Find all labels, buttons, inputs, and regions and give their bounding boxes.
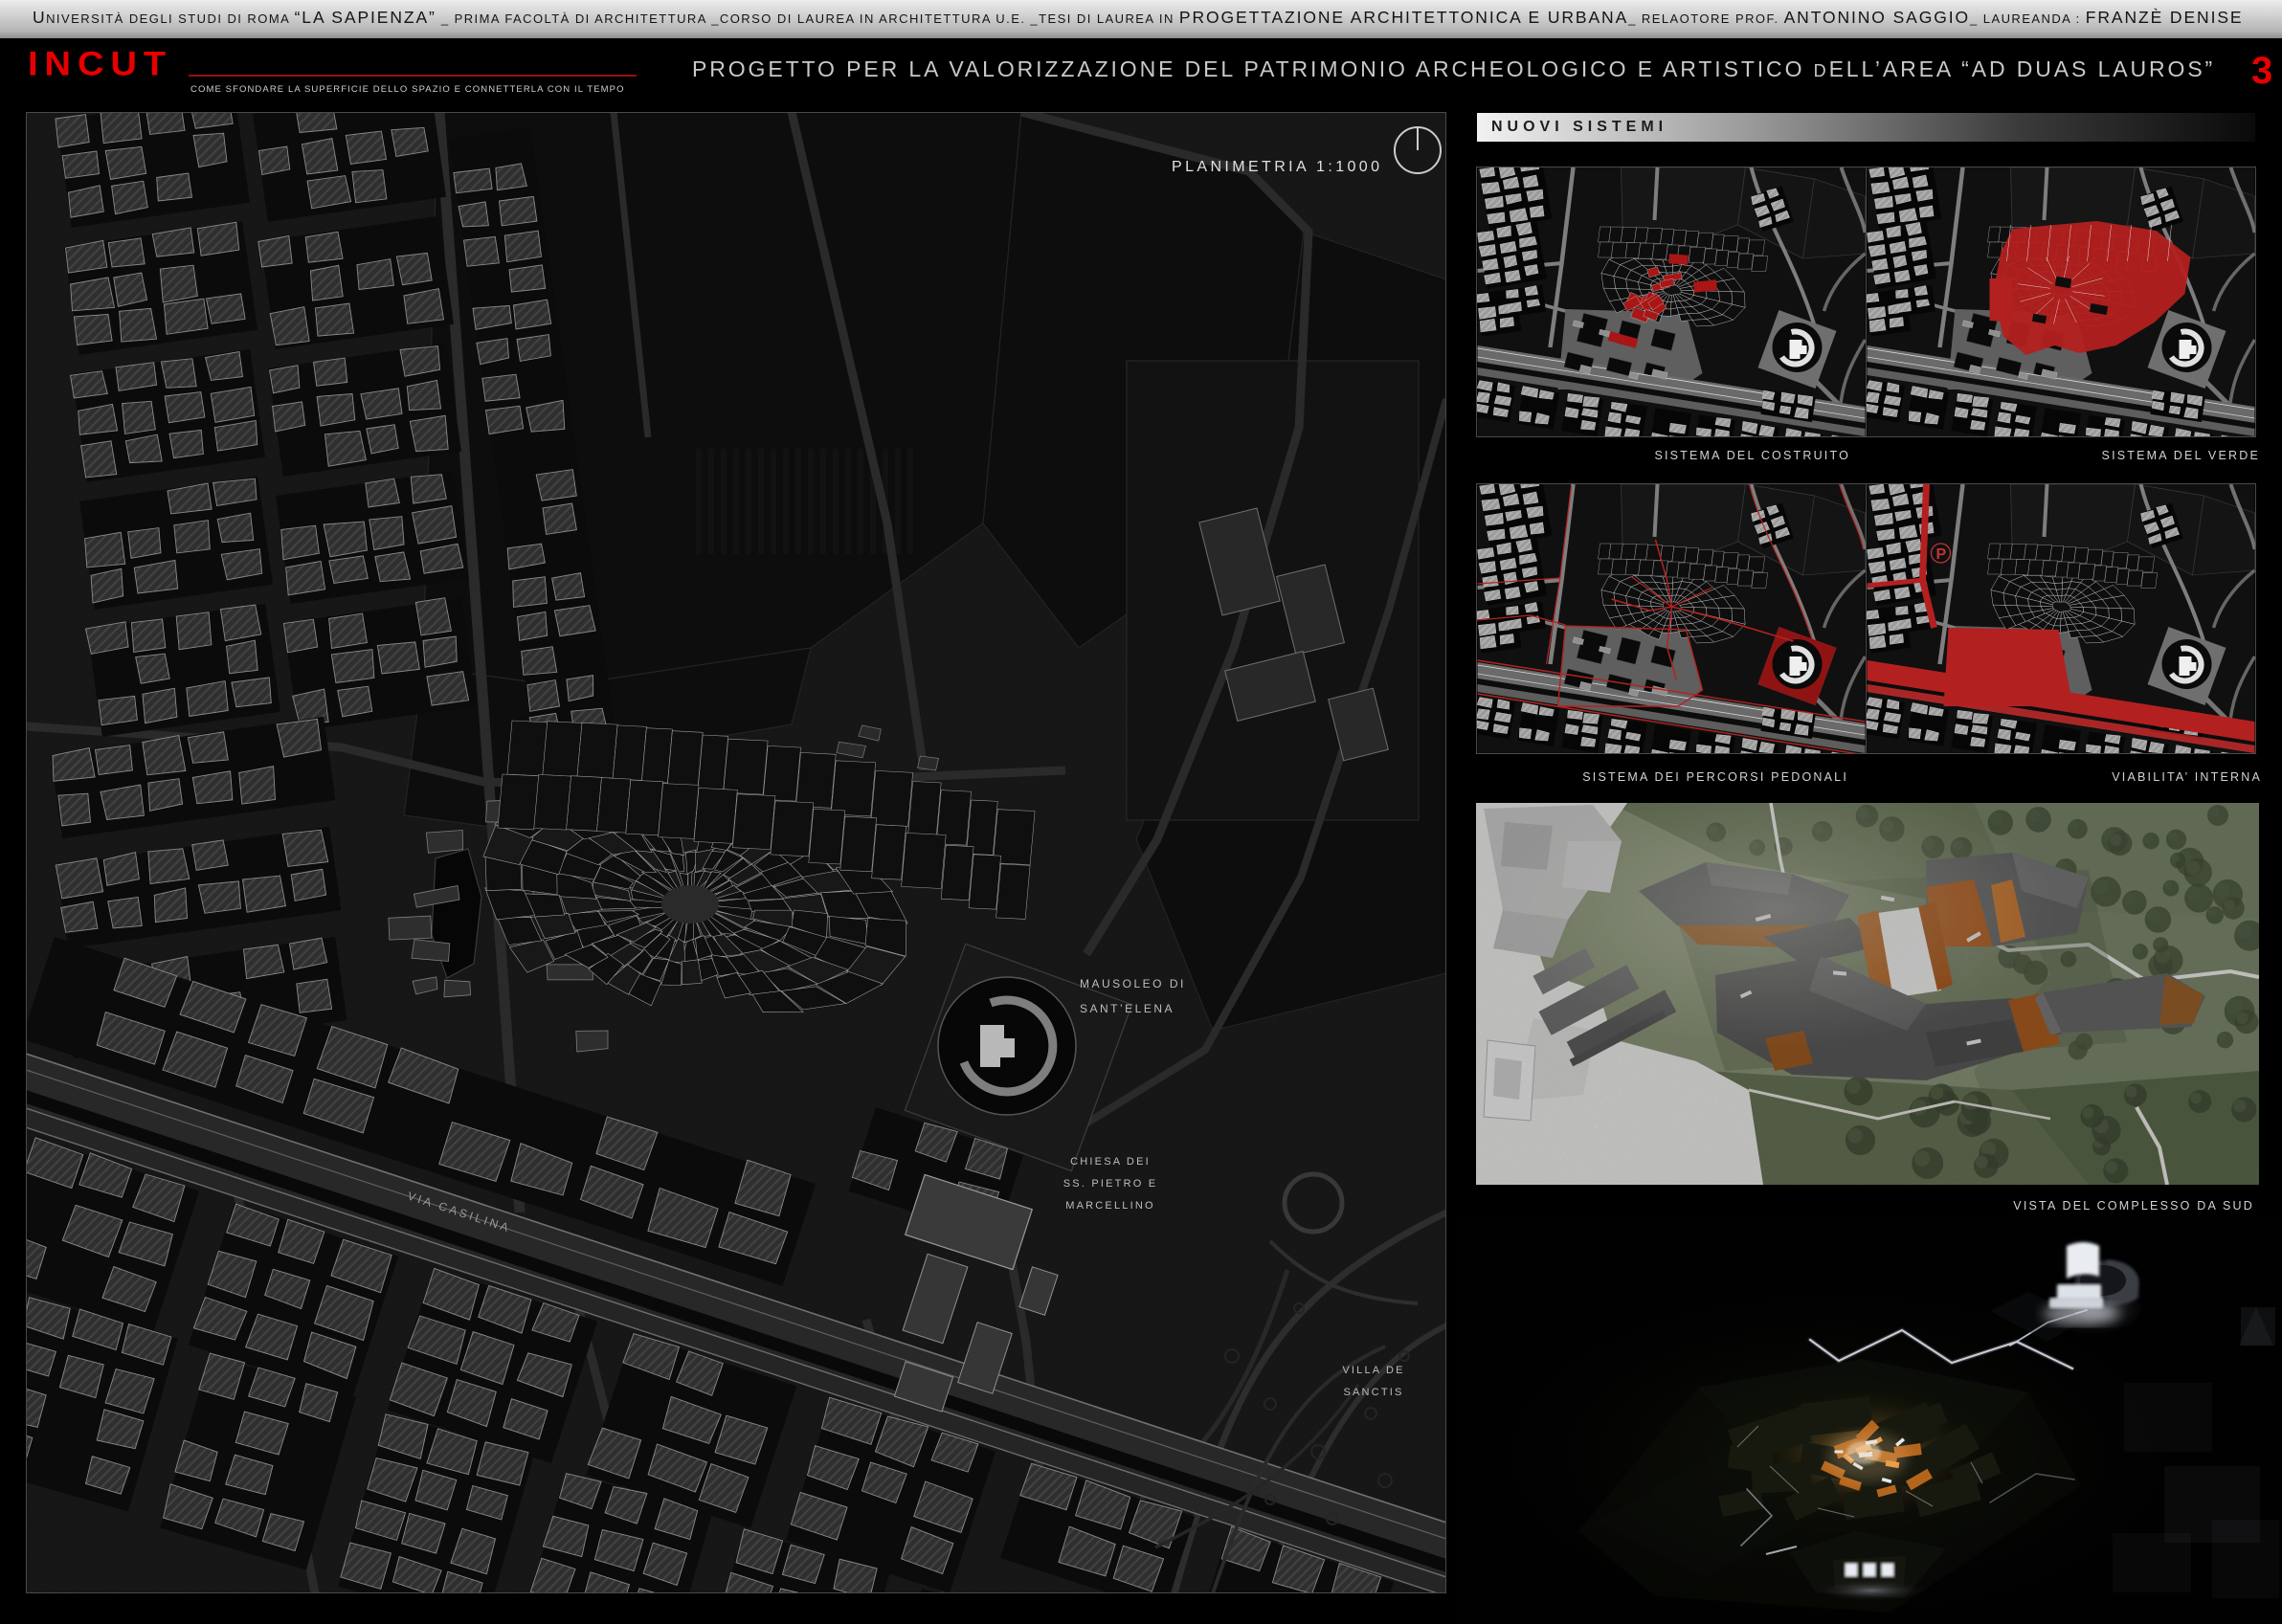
svg-text:SS. PIETRO E: SS. PIETRO E (1063, 1178, 1158, 1190)
svg-text:SANT’ELENA: SANT’ELENA (1080, 1002, 1175, 1015)
svg-text:VILLA DE: VILLA DE (1342, 1365, 1404, 1376)
svg-text:MARCELLINO: MARCELLINO (1065, 1200, 1155, 1212)
svg-text:P: P (1936, 546, 1947, 563)
svg-text:MAUSOLEO DI: MAUSOLEO DI (1080, 977, 1186, 990)
svg-text:CHIESA DEI: CHIESA DEI (1070, 1156, 1151, 1168)
svg-text:SANCTIS: SANCTIS (1343, 1387, 1403, 1398)
svg-text:PLANIMETRIA 1:1000: PLANIMETRIA 1:1000 (1172, 159, 1382, 175)
